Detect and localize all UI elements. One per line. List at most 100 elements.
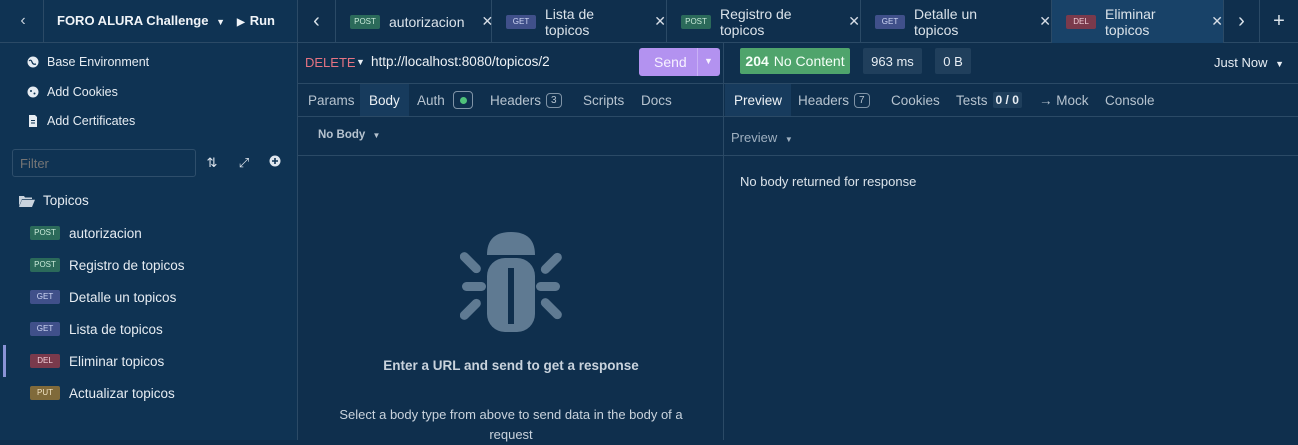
preview-mode-select[interactable]: Preview ▼ [731, 130, 793, 145]
tests-count: 0 / 0 [992, 92, 1022, 108]
tab-cookies[interactable]: Cookies [882, 84, 949, 116]
list-item[interactable]: PUT Actualizar topicos [30, 383, 175, 403]
status-code: 204 [745, 53, 769, 69]
chevron-down-icon: ▼ [216, 17, 225, 27]
response-size: 0 B [935, 48, 971, 74]
tab-label: Registro de topicos [720, 5, 792, 38]
close-icon[interactable]: ✕ [654, 13, 666, 30]
tab-label: Detalle un topicos [914, 5, 978, 38]
tab-registro-de-topicos[interactable]: POST Registro de topicos ✕ [667, 0, 861, 43]
base-environment-link[interactable]: Base Environment [27, 52, 149, 72]
method-dropdown-icon[interactable]: ▼ [356, 57, 365, 67]
request-name: Actualizar topicos [69, 385, 175, 401]
play-icon: ▶ [237, 17, 245, 28]
history-dropdown[interactable]: Just Now ▼ [1214, 55, 1284, 70]
method-badge: POST [30, 226, 60, 240]
list-item[interactable]: GET Lista de topicos [30, 319, 163, 339]
tab-label: Lista de topicos [545, 5, 595, 38]
add-certificates-label: Add Certificates [47, 114, 136, 128]
chevron-down-icon: ▼ [372, 131, 381, 140]
method-badge: PUT [30, 386, 60, 400]
tab-label: Headers [798, 92, 850, 108]
send-button[interactable]: Send ▼ [639, 48, 720, 76]
filter-input[interactable] [12, 149, 196, 177]
response-time: 963 ms [863, 48, 922, 74]
request-name: Detalle un topicos [69, 289, 177, 305]
list-item[interactable]: POST autorizacion [30, 223, 142, 243]
tabs-scroll-left-icon[interactable]: ‹ [298, 0, 336, 43]
request-name: Registro de topicos [69, 257, 185, 273]
method-badge: GET [875, 14, 905, 29]
tab-label: Tests [956, 92, 988, 108]
timestamp: Just Now [1214, 55, 1268, 70]
method-badge: GET [30, 322, 60, 336]
list-item[interactable]: DEL Eliminar topicos [30, 351, 164, 371]
tab-label: autorizacion [389, 13, 465, 30]
run-button[interactable]: ▶ Run [237, 13, 275, 28]
response-message: No body returned for response [740, 174, 917, 189]
project-title-text: FORO ALURA Challenge [57, 13, 209, 28]
tab-scripts[interactable]: Scripts [574, 84, 633, 116]
tab-label: Params [308, 92, 355, 108]
tab-tests[interactable]: Tests 0 / 0 [947, 84, 1031, 116]
add-certificates-link[interactable]: Add Certificates [27, 111, 135, 131]
tab-headers[interactable]: Headers 3 [481, 84, 571, 116]
request-name: Eliminar topicos [69, 353, 165, 369]
tab-params[interactable]: Params [299, 84, 364, 116]
tab-mock[interactable]: → Mock [1030, 84, 1098, 116]
cookie-icon [27, 86, 39, 98]
method-label: DELETE [305, 55, 356, 70]
tab-label: Headers [490, 92, 542, 108]
folder-topicos[interactable]: Topicos [19, 193, 89, 208]
tab-console[interactable]: Console [1096, 84, 1164, 116]
add-cookies-label: Add Cookies [47, 85, 118, 99]
close-icon[interactable]: ✕ [1039, 13, 1051, 30]
close-icon[interactable]: ✕ [848, 13, 860, 30]
preview-mode-label: Preview [731, 130, 778, 145]
method-select[interactable]: DELETE [305, 55, 356, 70]
new-tab-icon[interactable]: + [1260, 0, 1298, 43]
tab-eliminar-topicos[interactable]: DEL Eliminar topicos ✕ [1052, 0, 1224, 43]
certificate-icon [29, 115, 37, 127]
add-cookies-link[interactable]: Add Cookies [27, 82, 118, 102]
tab-label: Scripts [583, 92, 625, 108]
tab-label: Preview [734, 92, 783, 108]
request-tabs: ‹ POST autorizacion ✕ GET Lista de topic… [298, 0, 1298, 43]
bug-icon [460, 232, 562, 332]
tab-lista-de-topicos[interactable]: GET Lista de topicos ✕ [492, 0, 667, 43]
tab-label: Eliminar topicos [1105, 5, 1156, 38]
pane-divider [723, 43, 724, 440]
chevron-down-icon: ▼ [784, 135, 793, 144]
tab-label: Body [369, 92, 400, 108]
header-divider [43, 0, 44, 43]
add-icon[interactable] [266, 154, 284, 172]
url-input[interactable]: http://localhost:8080/topicos/2 [371, 54, 550, 69]
request-name: Lista de topicos [69, 321, 163, 337]
method-badge: DEL [30, 354, 60, 368]
list-item[interactable]: GET Detalle un topicos [30, 287, 176, 307]
tab-response-headers[interactable]: Headers 7 [789, 84, 879, 116]
send-options-icon[interactable]: ▼ [704, 56, 713, 66]
empty-state-description: Select a body type from above to send da… [339, 407, 683, 442]
tab-detalle-un-topicos[interactable]: GET Detalle un topicos ✕ [861, 0, 1052, 43]
status-text: No Content [773, 53, 845, 69]
tab-autorizacion[interactable]: POST autorizacion ✕ [336, 0, 493, 43]
tabs-scroll-right-icon[interactable]: › [1224, 0, 1260, 43]
sort-icon[interactable]: ⇅ [203, 154, 221, 172]
divider [724, 155, 1298, 156]
divider [298, 155, 723, 156]
sidebar-header: ‹ FORO ALURA Challenge ▼ ▶ Run [0, 0, 297, 43]
method-badge: DEL [1066, 14, 1096, 29]
tab-auth[interactable]: Auth [408, 84, 482, 116]
body-type-select[interactable]: No Body ▼ [318, 129, 380, 141]
expand-icon[interactable]: ⤢ [235, 154, 253, 172]
back-chevron-icon[interactable]: ‹ [15, 12, 31, 30]
list-item[interactable]: POST Registro de topicos [30, 255, 185, 275]
tab-body[interactable]: Body [360, 84, 409, 116]
tab-preview[interactable]: Preview [725, 84, 792, 116]
close-icon[interactable]: ✕ [1211, 13, 1223, 30]
folder-label: Topicos [43, 193, 89, 208]
headers-count: 3 [546, 92, 562, 108]
tab-docs[interactable]: Docs [632, 84, 681, 116]
project-title[interactable]: FORO ALURA Challenge ▼ [57, 13, 225, 28]
